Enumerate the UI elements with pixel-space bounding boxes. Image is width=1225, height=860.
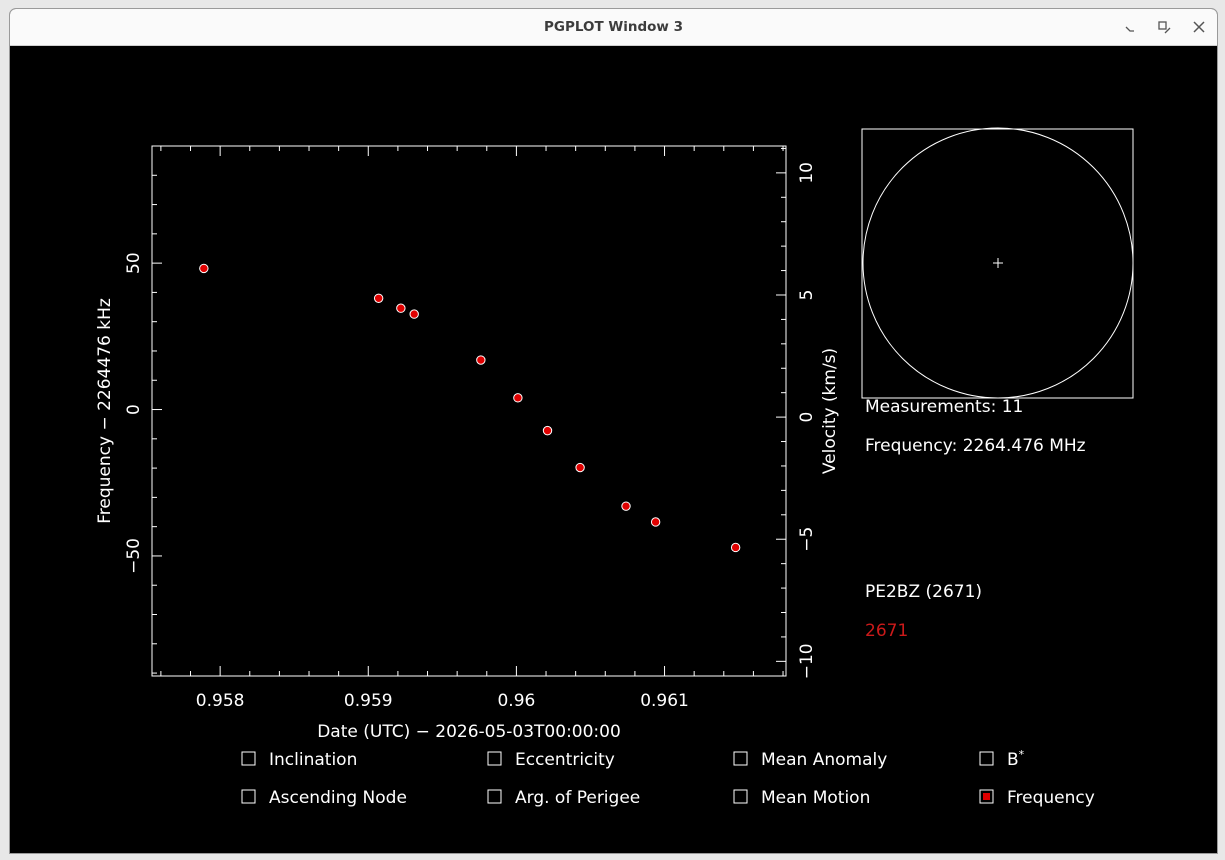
data-point [396,303,406,313]
measurements-count: Measurements: 11 [865,397,1023,417]
data-point [199,263,209,274]
checkbox-label: Frequency [1007,788,1095,808]
x-tick-label: 0.958 [196,691,245,711]
y2-tick-label: −5 [797,527,817,552]
x-tick-label: 0.96 [497,691,535,711]
info-panel: Measurements: 11 Frequency: 2264.476 MHz… [865,397,1086,641]
x-tick-label: 0.959 [344,691,393,711]
checkbox-box [733,751,748,766]
checkbox-eccentricity[interactable]: Eccentricity [487,750,615,770]
y2-axis-label: Velocity (km/s) [820,348,840,474]
checkbox-label: Inclination [269,750,357,770]
checkbox-box [487,789,502,804]
y2-tick-label: 5 [797,290,817,301]
plot-canvas: 0.958 0.959 0.96 0.961500−501050−5−10 Date … [95,127,1134,808]
station-id: 2671 [865,621,908,641]
y2-tick-label: 0 [797,412,817,423]
checkbox-frequency[interactable]: Frequency [979,788,1095,808]
checkbox-label: Ascending Node [269,788,407,808]
data-point [730,542,741,553]
y2-tick-label: −10 [797,643,817,679]
data-point [373,293,384,303]
checkbox-inclination[interactable]: Inclination [241,750,357,770]
data-point [476,355,486,365]
x-tick-label: 0.961 [640,691,689,711]
frequency-readout: Frequency: 2264.476 MHz [865,436,1086,456]
checkbox-mark [983,793,990,800]
y-axis-label: Frequency − 2264476 kHz [95,298,115,524]
checkbox-mean-anomaly[interactable]: Mean Anomaly [733,750,887,770]
data-point [650,517,661,527]
parameter-checkboxes: Inclination Eccentricity Mean Anomaly B* Asc… [241,748,1095,808]
main-plot[interactable]: 0.958 0.959 0.96 0.961500−501050−5−10 Date … [95,145,840,742]
checkbox-label: Mean Anomaly [761,750,887,770]
data-point [409,309,419,319]
y-tick-label: 50 [124,252,144,274]
sky-center-marker [993,258,1003,268]
tick-labels: 0.958 0.959 0.96 0.961500−501050−5−10 [124,162,817,711]
data-points [199,263,741,553]
data-point [542,425,553,436]
checkbox-mean-motion[interactable]: Mean Motion [733,788,870,808]
data-point [575,462,585,473]
data-point [621,501,631,511]
checkbox-label: Mean Motion [761,788,870,808]
checkbox-box [487,751,502,766]
checkbox-box [979,751,994,766]
plot-frame [151,145,787,677]
checkbox-b[interactable]: B* [979,748,1025,770]
y2-tick-label: 10 [797,162,817,184]
checkbox-arg-of-perigee[interactable]: Arg. of Perigee [487,788,640,808]
checkbox-label: Arg. of Perigee [515,788,640,808]
y-tick-label: −50 [124,538,144,574]
checkbox-box [241,751,256,766]
checkbox-box [241,789,256,804]
checkbox-label: B* [1007,748,1025,770]
checkbox-ascending-node[interactable]: Ascending Node [241,788,407,808]
y-tick-label: 0 [124,404,144,415]
sky-view [861,127,1134,399]
pgplot-window: PGPLOT Window 3 0.958 0.959 0.96 0.961 50 0 −5… [9,8,1218,854]
x-axis-label: Date (UTC) − 2026-05-03T00:00:00 [317,722,621,742]
data-point [513,393,523,403]
checkbox-label: Eccentricity [515,750,615,770]
axis-ticks [152,145,786,676]
checkbox-box [733,789,748,804]
station-name: PE2BZ (2671) [865,582,982,602]
